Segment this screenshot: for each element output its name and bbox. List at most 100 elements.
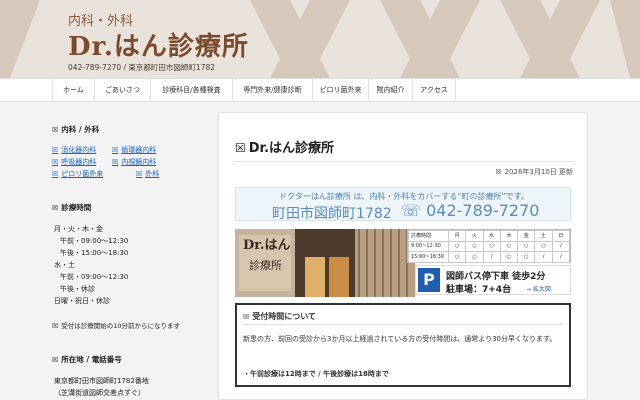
hours-mark: / (551, 240, 571, 252)
bus-stop-info: 図師バス停下車 徒歩2分 (446, 272, 546, 282)
reception-notice: ☒ 受付時間について 新患の方、前回の受診から3か月以上経過されている方の受付時間… (235, 303, 571, 387)
hours-day: 月 (447, 230, 467, 242)
notice-title: ☒ 受付時間について (243, 311, 316, 322)
sidebar-hours-line: 午前・09:00〜12:30 (60, 273, 129, 281)
parking-lot-info: 駐車場：7+4台 (446, 285, 512, 295)
hours-mark: / (534, 251, 553, 263)
nav-item-departments[interactable]: 診療科目/各種検査 (150, 79, 232, 102)
hours-day: 土 (534, 230, 553, 242)
hours-day: 日 (551, 230, 571, 242)
hours-day: 木 (499, 230, 519, 242)
hours-day: 水 (482, 230, 501, 242)
site-header: 内科・外科 Dr.はん診療所 042-789-7270 / 東京都町田市図師町1… (0, 0, 640, 78)
checkbox-icon: ☒ (52, 356, 59, 364)
checkbox-icon: ☒ (52, 204, 59, 212)
title-divider (233, 161, 575, 162)
photo-sign-text-2: 診療所 (249, 258, 282, 272)
checkbox-icon: ☒ (243, 313, 250, 321)
sidebar-address-line: （芝溝街道図師交差点すぐ） (54, 389, 145, 397)
sidebar-dept-heading-label: 内科 / 外科 (61, 125, 100, 134)
hours-mark: ○ (447, 251, 467, 263)
sidebar-link-respiratory[interactable]: ☒ 呼吸器内科 (52, 157, 96, 167)
sidebar-hours-line: 水・土 (54, 261, 75, 269)
sidebar-hours-heading-label: 診療時間 (61, 203, 92, 212)
checkbox-icon: ☒ (52, 158, 59, 166)
checkbox-icon: ☒ (112, 158, 119, 166)
notice-title-text: 受付時間について (252, 312, 317, 321)
updated-date-text: 2026年3月10日 更新 (504, 168, 573, 176)
sidebar-link-label: 内視鏡内科 (121, 158, 157, 166)
sidebar-note-text: 受付は診療開始の10分前からになります (61, 322, 181, 330)
main-content: ☒ Dr.はん診療所 ☒ 2026年3月10日 更新 ドクターはん診療所 は、内科・… (218, 112, 588, 400)
hours-mark: ○ (499, 251, 519, 263)
nav-item-access[interactable]: アクセス (412, 79, 456, 102)
checkbox-icon: ☒ (52, 170, 59, 178)
checkbox-icon: ☒ (136, 170, 143, 178)
parking-p-icon: P (418, 268, 440, 292)
hours-mark: ○ (534, 240, 553, 252)
hours-mark: ○ (465, 240, 484, 252)
notice-divider (243, 324, 563, 325)
nav-item-facility[interactable]: 院内紹介 (368, 79, 412, 102)
sidebar-link-label: 消化器内科 (61, 146, 97, 154)
sidebar-link-label: 外科 (145, 170, 160, 178)
nav-item-specialty[interactable]: 専門外来/健康診断 (232, 79, 312, 102)
hours-day: 火 (465, 230, 484, 242)
parking-info: P 図師バス停下車 徒歩2分 駐車場：7+4台 → 拡大図 (415, 265, 571, 295)
sidebar-link-endoscopy[interactable]: ☒ 内視鏡内科 (112, 157, 156, 167)
hours-header-label: 診療時間 (408, 230, 449, 242)
checkbox-icon: ☒ (235, 141, 246, 155)
brand-contact-info: 042-789-7270 / 東京都町田市図師町1782 (68, 63, 216, 72)
hours-mark: ○ (447, 240, 467, 252)
photo-sign-text: Dr.はん (243, 238, 290, 253)
sidebar-link-cardio[interactable]: ☒ 循環器内科 (112, 145, 156, 155)
hours-mark: / (482, 251, 501, 263)
checkbox-icon: ☒ (52, 126, 59, 134)
sidebar-hours-line: 午前・09:00〜12:30 (60, 237, 129, 245)
hours-mark: / (551, 251, 571, 263)
sidebar-hours-line: 午後・休診 (60, 285, 95, 293)
checkbox-icon: ☒ (52, 322, 59, 330)
nav-item-pylori[interactable]: ピロリ菌外来 (312, 79, 368, 102)
hours-row-label: 15:00~18:30 (408, 251, 449, 263)
hours-table: 診療時間 月 火 水 木 金 土 日 9:00~12:30 ○ ○ ○ ○ ○ … (407, 229, 571, 263)
sidebar-link-surgery[interactable]: ☒ 外科 (136, 169, 159, 179)
hours-mark: ○ (517, 251, 536, 263)
notice-body: 新患の方、前回の受診から3か月以上経過されている方の受付時間は、通常より30分早… (243, 335, 557, 343)
nav-item-greeting[interactable]: ごあいさつ (94, 79, 150, 102)
clinic-photo-art: Dr.はん 診療所 (235, 229, 415, 297)
sidebar-hours-line: 日曜・祝日・休診 (54, 297, 110, 305)
map-enlarge-link[interactable]: → 拡大図 (526, 284, 551, 293)
hours-day: 金 (517, 230, 536, 242)
page-title: ☒ Dr.はん診療所 (235, 137, 334, 156)
sidebar-hours-heading: ☒ 診療時間 (52, 202, 91, 213)
sidebar-link-label: ピロリ菌外来 (61, 170, 104, 178)
intro-banner: ドクターはん診療所 は、内科・外科をカバーする“町の診療所”です。 町田市図師町… (235, 187, 571, 222)
sidebar-hours-line: 午後・15:00〜18:30 (60, 249, 129, 257)
checkbox-icon: ☒ (112, 146, 119, 154)
sidebar-link-pylori[interactable]: ☒ ピロリ菌外来 (52, 169, 103, 179)
updated-date: ☒ 2026年3月10日 更新 (495, 167, 573, 177)
notice-bold-line: ・午前診療は12時まで / 午後診療は18時まで (243, 370, 389, 378)
sidebar-dept-heading: ☒ 内科 / 外科 (52, 124, 99, 135)
sidebar-address-line: 東京都町田市図師町1782番地 (54, 377, 149, 385)
checkbox-icon: ☒ (52, 146, 59, 154)
sidebar-address-heading: ☒ 所在地 / 電話番号 (52, 354, 122, 365)
checkbox-icon: ☒ (495, 168, 502, 176)
sidebar-link-label: 循環器内科 (121, 146, 157, 154)
sidebar-note: ☒ 受付は診療開始の10分前からになります (52, 320, 180, 330)
banner-city: 町田市図師町1782 (272, 206, 392, 222)
hours-mark: ○ (482, 240, 501, 252)
banner-phone[interactable]: ☏ 042-789-7270 (401, 201, 539, 220)
sidebar-link-gastro[interactable]: ☒ 消化器内科 (52, 145, 96, 155)
main-nav: ホーム ごあいさつ 診療科目/各種検査 専門外来/健康診断 ピロリ菌外来 院内紹… (0, 78, 640, 102)
clinic-photo: Dr.はん 診療所 (235, 229, 415, 297)
page-title-text: Dr.はん診療所 (248, 141, 335, 156)
hours-mark: ○ (465, 251, 484, 263)
sidebar-link-label: 呼吸器内科 (61, 158, 97, 166)
nav-item-home[interactable]: ホーム (52, 79, 94, 102)
sidebar-hours-line: 月・火・木・金 (54, 225, 103, 233)
sidebar-address-heading-label: 所在地 / 電話番号 (61, 355, 122, 364)
brand-title[interactable]: Dr.はん診療所 (68, 26, 249, 63)
hours-mark: ○ (499, 240, 519, 252)
